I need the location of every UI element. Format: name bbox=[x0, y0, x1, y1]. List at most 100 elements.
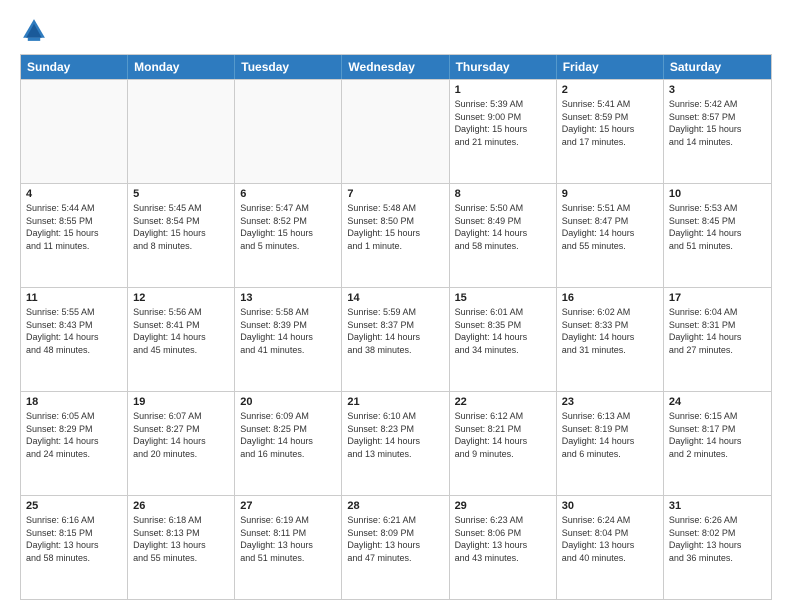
day-number: 5 bbox=[133, 188, 229, 200]
day-info: Sunrise: 6:13 AM Sunset: 8:19 PM Dayligh… bbox=[562, 410, 658, 460]
cal-cell-empty bbox=[235, 80, 342, 183]
day-info: Sunrise: 6:26 AM Sunset: 8:02 PM Dayligh… bbox=[669, 514, 766, 564]
cal-row-1: 4 Sunrise: 5:44 AM Sunset: 8:55 PM Daylig… bbox=[21, 183, 771, 287]
cal-cell-8: 8 Sunrise: 5:50 AM Sunset: 8:49 PM Daylig… bbox=[450, 184, 557, 287]
cal-cell-empty bbox=[128, 80, 235, 183]
day-info: Sunrise: 6:12 AM Sunset: 8:21 PM Dayligh… bbox=[455, 410, 551, 460]
day-info: Sunrise: 6:10 AM Sunset: 8:23 PM Dayligh… bbox=[347, 410, 443, 460]
cal-cell-7: 7 Sunrise: 5:48 AM Sunset: 8:50 PM Daylig… bbox=[342, 184, 449, 287]
cal-cell-29: 29Sunrise: 6:23 AM Sunset: 8:06 PM Dayli… bbox=[450, 496, 557, 599]
day-info: Sunrise: 5:58 AM Sunset: 8:39 PM Dayligh… bbox=[240, 306, 336, 356]
day-info: Sunrise: 5:50 AM Sunset: 8:49 PM Dayligh… bbox=[455, 202, 551, 252]
cal-cell-16: 16 Sunrise: 6:02 AM Sunset: 8:33 PM Dayli… bbox=[557, 288, 664, 391]
day-info: Sunrise: 6:24 AM Sunset: 8:04 PM Dayligh… bbox=[562, 514, 658, 564]
calendar-header-row: SundayMondayTuesdayWednesdayThursdayFrid… bbox=[21, 55, 771, 79]
day-info: Sunrise: 5:48 AM Sunset: 8:50 PM Dayligh… bbox=[347, 202, 443, 252]
day-info: Sunrise: 6:02 AM Sunset: 8:33 PM Dayligh… bbox=[562, 306, 658, 356]
calendar-body: 1 Sunrise: 5:39 AM Sunset: 9:00 PM Daylig… bbox=[21, 79, 771, 599]
day-number: 28 bbox=[347, 500, 443, 512]
cal-cell-15: 15 Sunrise: 6:01 AM Sunset: 8:35 PM Dayli… bbox=[450, 288, 557, 391]
day-info: Sunrise: 5:42 AM Sunset: 8:57 PM Dayligh… bbox=[669, 98, 766, 148]
day-number: 12 bbox=[133, 292, 229, 304]
cal-cell-5: 5 Sunrise: 5:45 AM Sunset: 8:54 PM Daylig… bbox=[128, 184, 235, 287]
calendar: SundayMondayTuesdayWednesdayThursdayFrid… bbox=[20, 54, 772, 600]
day-info: Sunrise: 6:04 AM Sunset: 8:31 PM Dayligh… bbox=[669, 306, 766, 356]
day-info: Sunrise: 5:41 AM Sunset: 8:59 PM Dayligh… bbox=[562, 98, 658, 148]
cal-cell-24: 24 Sunrise: 6:15 AM Sunset: 8:17 PM Dayli… bbox=[664, 392, 771, 495]
day-info: Sunrise: 6:15 AM Sunset: 8:17 PM Dayligh… bbox=[669, 410, 766, 460]
day-number: 31 bbox=[669, 500, 766, 512]
day-info: Sunrise: 5:59 AM Sunset: 8:37 PM Dayligh… bbox=[347, 306, 443, 356]
cal-cell-12: 12 Sunrise: 5:56 AM Sunset: 8:41 PM Dayli… bbox=[128, 288, 235, 391]
day-number: 18 bbox=[26, 396, 122, 408]
cal-cell-20: 20Sunrise: 6:09 AM Sunset: 8:25 PM Dayli… bbox=[235, 392, 342, 495]
logo-icon bbox=[20, 16, 48, 44]
day-number: 16 bbox=[562, 292, 658, 304]
day-number: 24 bbox=[669, 396, 766, 408]
cal-header-cell-saturday: Saturday bbox=[664, 55, 771, 79]
cal-cell-26: 26 Sunrise: 6:18 AM Sunset: 8:13 PM Dayli… bbox=[128, 496, 235, 599]
cal-cell-6: 6 Sunrise: 5:47 AM Sunset: 8:52 PM Daylig… bbox=[235, 184, 342, 287]
day-number: 6 bbox=[240, 188, 336, 200]
cal-cell-empty bbox=[342, 80, 449, 183]
day-number: 3 bbox=[669, 84, 766, 96]
cal-cell-25: 25 Sunrise: 6:16 AM Sunset: 8:15 PM Dayli… bbox=[21, 496, 128, 599]
cal-cell-13: 13 Sunrise: 5:58 AM Sunset: 8:39 PM Dayli… bbox=[235, 288, 342, 391]
day-number: 15 bbox=[455, 292, 551, 304]
day-info: Sunrise: 6:19 AM Sunset: 8:11 PM Dayligh… bbox=[240, 514, 336, 564]
day-number: 13 bbox=[240, 292, 336, 304]
day-info: Sunrise: 6:21 AM Sunset: 8:09 PM Dayligh… bbox=[347, 514, 443, 564]
day-info: Sunrise: 5:45 AM Sunset: 8:54 PM Dayligh… bbox=[133, 202, 229, 252]
cal-cell-4: 4 Sunrise: 5:44 AM Sunset: 8:55 PM Daylig… bbox=[21, 184, 128, 287]
day-info: Sunrise: 6:16 AM Sunset: 8:15 PM Dayligh… bbox=[26, 514, 122, 564]
day-number: 4 bbox=[26, 188, 122, 200]
cal-cell-11: 11 Sunrise: 5:55 AM Sunset: 8:43 PM Dayli… bbox=[21, 288, 128, 391]
day-info: Sunrise: 6:07 AM Sunset: 8:27 PM Dayligh… bbox=[133, 410, 229, 460]
day-info: Sunrise: 6:18 AM Sunset: 8:13 PM Dayligh… bbox=[133, 514, 229, 564]
day-number: 8 bbox=[455, 188, 551, 200]
day-info: Sunrise: 5:55 AM Sunset: 8:43 PM Dayligh… bbox=[26, 306, 122, 356]
cal-cell-9: 9Sunrise: 5:51 AM Sunset: 8:47 PM Daylig… bbox=[557, 184, 664, 287]
cal-cell-1: 1 Sunrise: 5:39 AM Sunset: 9:00 PM Daylig… bbox=[450, 80, 557, 183]
day-number: 9 bbox=[562, 188, 658, 200]
cal-cell-22: 22 Sunrise: 6:12 AM Sunset: 8:21 PM Dayli… bbox=[450, 392, 557, 495]
cal-header-cell-friday: Friday bbox=[557, 55, 664, 79]
cal-header-cell-tuesday: Tuesday bbox=[235, 55, 342, 79]
cal-row-0: 1 Sunrise: 5:39 AM Sunset: 9:00 PM Daylig… bbox=[21, 79, 771, 183]
day-number: 10 bbox=[669, 188, 766, 200]
cal-header-cell-monday: Monday bbox=[128, 55, 235, 79]
day-number: 26 bbox=[133, 500, 229, 512]
cal-row-2: 11 Sunrise: 5:55 AM Sunset: 8:43 PM Dayli… bbox=[21, 287, 771, 391]
cal-cell-27: 27Sunrise: 6:19 AM Sunset: 8:11 PM Dayli… bbox=[235, 496, 342, 599]
cal-cell-10: 10 Sunrise: 5:53 AM Sunset: 8:45 PM Dayli… bbox=[664, 184, 771, 287]
day-number: 19 bbox=[133, 396, 229, 408]
cal-header-cell-sunday: Sunday bbox=[21, 55, 128, 79]
day-info: Sunrise: 5:39 AM Sunset: 9:00 PM Dayligh… bbox=[455, 98, 551, 148]
cal-cell-19: 19 Sunrise: 6:07 AM Sunset: 8:27 PM Dayli… bbox=[128, 392, 235, 495]
day-info: Sunrise: 6:23 AM Sunset: 8:06 PM Dayligh… bbox=[455, 514, 551, 564]
day-number: 7 bbox=[347, 188, 443, 200]
cal-cell-3: 3 Sunrise: 5:42 AM Sunset: 8:57 PM Daylig… bbox=[664, 80, 771, 183]
cal-cell-30: 30 Sunrise: 6:24 AM Sunset: 8:04 PM Dayli… bbox=[557, 496, 664, 599]
cal-row-4: 25 Sunrise: 6:16 AM Sunset: 8:15 PM Dayli… bbox=[21, 495, 771, 599]
day-number: 21 bbox=[347, 396, 443, 408]
day-number: 11 bbox=[26, 292, 122, 304]
day-number: 2 bbox=[562, 84, 658, 96]
day-number: 22 bbox=[455, 396, 551, 408]
cal-cell-14: 14 Sunrise: 5:59 AM Sunset: 8:37 PM Dayli… bbox=[342, 288, 449, 391]
day-info: Sunrise: 5:53 AM Sunset: 8:45 PM Dayligh… bbox=[669, 202, 766, 252]
day-number: 25 bbox=[26, 500, 122, 512]
day-number: 1 bbox=[455, 84, 551, 96]
day-info: Sunrise: 6:01 AM Sunset: 8:35 PM Dayligh… bbox=[455, 306, 551, 356]
day-info: Sunrise: 5:47 AM Sunset: 8:52 PM Dayligh… bbox=[240, 202, 336, 252]
day-number: 14 bbox=[347, 292, 443, 304]
cal-row-3: 18 Sunrise: 6:05 AM Sunset: 8:29 PM Dayli… bbox=[21, 391, 771, 495]
day-number: 30 bbox=[562, 500, 658, 512]
day-info: Sunrise: 6:05 AM Sunset: 8:29 PM Dayligh… bbox=[26, 410, 122, 460]
day-info: Sunrise: 6:09 AM Sunset: 8:25 PM Dayligh… bbox=[240, 410, 336, 460]
page: SundayMondayTuesdayWednesdayThursdayFrid… bbox=[0, 0, 792, 612]
day-info: Sunrise: 5:56 AM Sunset: 8:41 PM Dayligh… bbox=[133, 306, 229, 356]
cal-cell-2: 2 Sunrise: 5:41 AM Sunset: 8:59 PM Daylig… bbox=[557, 80, 664, 183]
logo bbox=[20, 16, 52, 44]
day-info: Sunrise: 5:44 AM Sunset: 8:55 PM Dayligh… bbox=[26, 202, 122, 252]
